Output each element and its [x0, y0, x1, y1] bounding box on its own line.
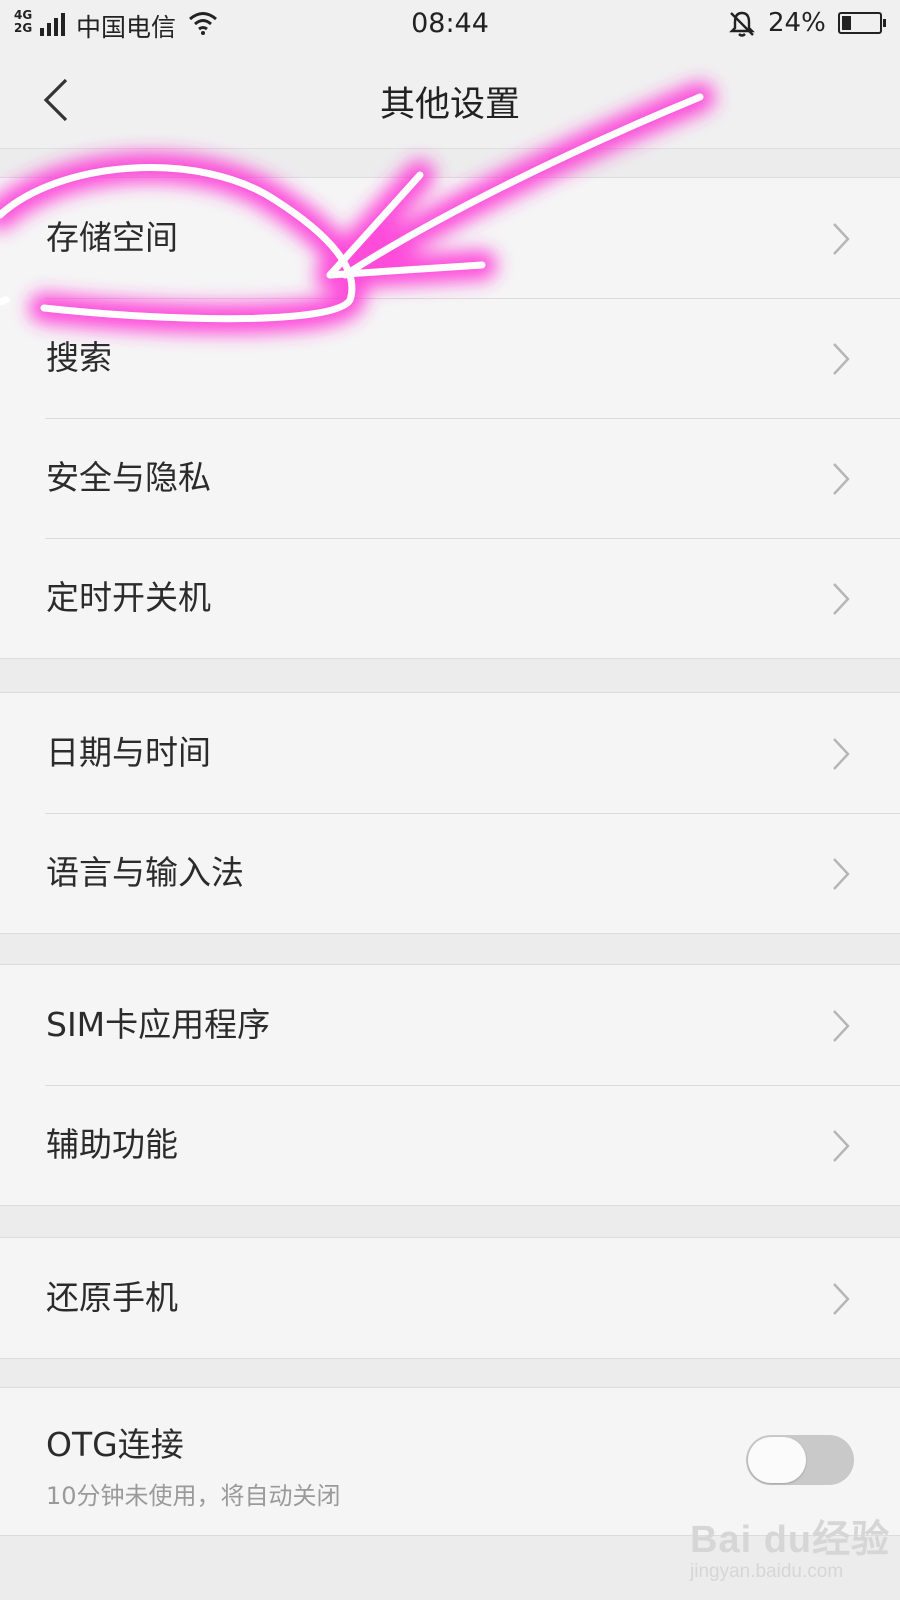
- baidu-watermark: Bai du经验 jingyan.baidu.com: [690, 1508, 890, 1583]
- otg-subtitle: 10分钟未使用，将自动关闭: [46, 1482, 341, 1510]
- settings-item-security-privacy[interactable]: 安全与隐私: [0, 418, 900, 538]
- otg-label: OTG连接: [46, 1425, 184, 1464]
- settings-item-language-input[interactable]: 语言与输入法: [0, 813, 900, 933]
- battery-fill: [842, 16, 851, 30]
- otg-toggle[interactable]: [746, 1435, 854, 1485]
- chevron-right-icon: [833, 858, 850, 890]
- settings-item-label: 定时开关机: [46, 578, 211, 617]
- chevron-right-icon: [833, 463, 850, 495]
- otg-toggle-knob: [748, 1437, 806, 1483]
- battery-percent: 24%: [768, 8, 826, 38]
- settings-item-label: 安全与隐私: [46, 458, 211, 497]
- silent-bell-icon: [729, 11, 755, 37]
- settings-group-1: 存储空间 搜索 安全与隐私 定时开关机: [0, 177, 900, 659]
- watermark-brand: Bai du经验: [690, 1519, 891, 1561]
- settings-item-label: 存储空间: [46, 218, 178, 257]
- settings-item-label: SIM卡应用程序: [46, 1005, 271, 1044]
- page-title: 其他设置: [379, 85, 520, 125]
- watermark-url: jingyan.baidu.com: [690, 1561, 844, 1582]
- chevron-right-icon: [833, 1283, 850, 1315]
- chevron-right-icon: [833, 1010, 850, 1042]
- settings-item-reset-phone[interactable]: 还原手机: [0, 1238, 900, 1358]
- settings-item-accessibility[interactable]: 辅助功能: [0, 1085, 900, 1205]
- status-time: 08:44: [411, 8, 489, 39]
- chevron-right-icon: [833, 343, 850, 375]
- chevron-right-icon: [833, 583, 850, 615]
- settings-item-search[interactable]: 搜索: [0, 298, 900, 418]
- settings-group-3: SIM卡应用程序 辅助功能: [0, 964, 900, 1206]
- settings-item-date-time[interactable]: 日期与时间: [0, 693, 900, 813]
- settings-group-2: 日期与时间 语言与输入法: [0, 692, 900, 934]
- settings-item-scheduled-power[interactable]: 定时开关机: [0, 538, 900, 658]
- status-bar: 4G 2G 中国电信 08:44 24%: [0, 0, 900, 50]
- settings-item-label: 搜索: [46, 338, 112, 377]
- settings-item-label: 还原手机: [46, 1278, 178, 1317]
- chevron-right-icon: [833, 223, 850, 255]
- settings-item-label: 日期与时间: [46, 733, 211, 772]
- chevron-right-icon: [833, 738, 850, 770]
- chevron-right-icon: [833, 1130, 850, 1162]
- settings-item-storage[interactable]: 存储空间: [0, 178, 900, 298]
- settings-item-sim-apps[interactable]: SIM卡应用程序: [0, 965, 900, 1085]
- title-bar: 其他设置: [0, 50, 900, 149]
- settings-group-4: 还原手机: [0, 1237, 900, 1359]
- settings-item-label: 辅助功能: [46, 1125, 178, 1164]
- battery-icon: [838, 12, 886, 34]
- settings-item-label: 语言与输入法: [46, 853, 244, 892]
